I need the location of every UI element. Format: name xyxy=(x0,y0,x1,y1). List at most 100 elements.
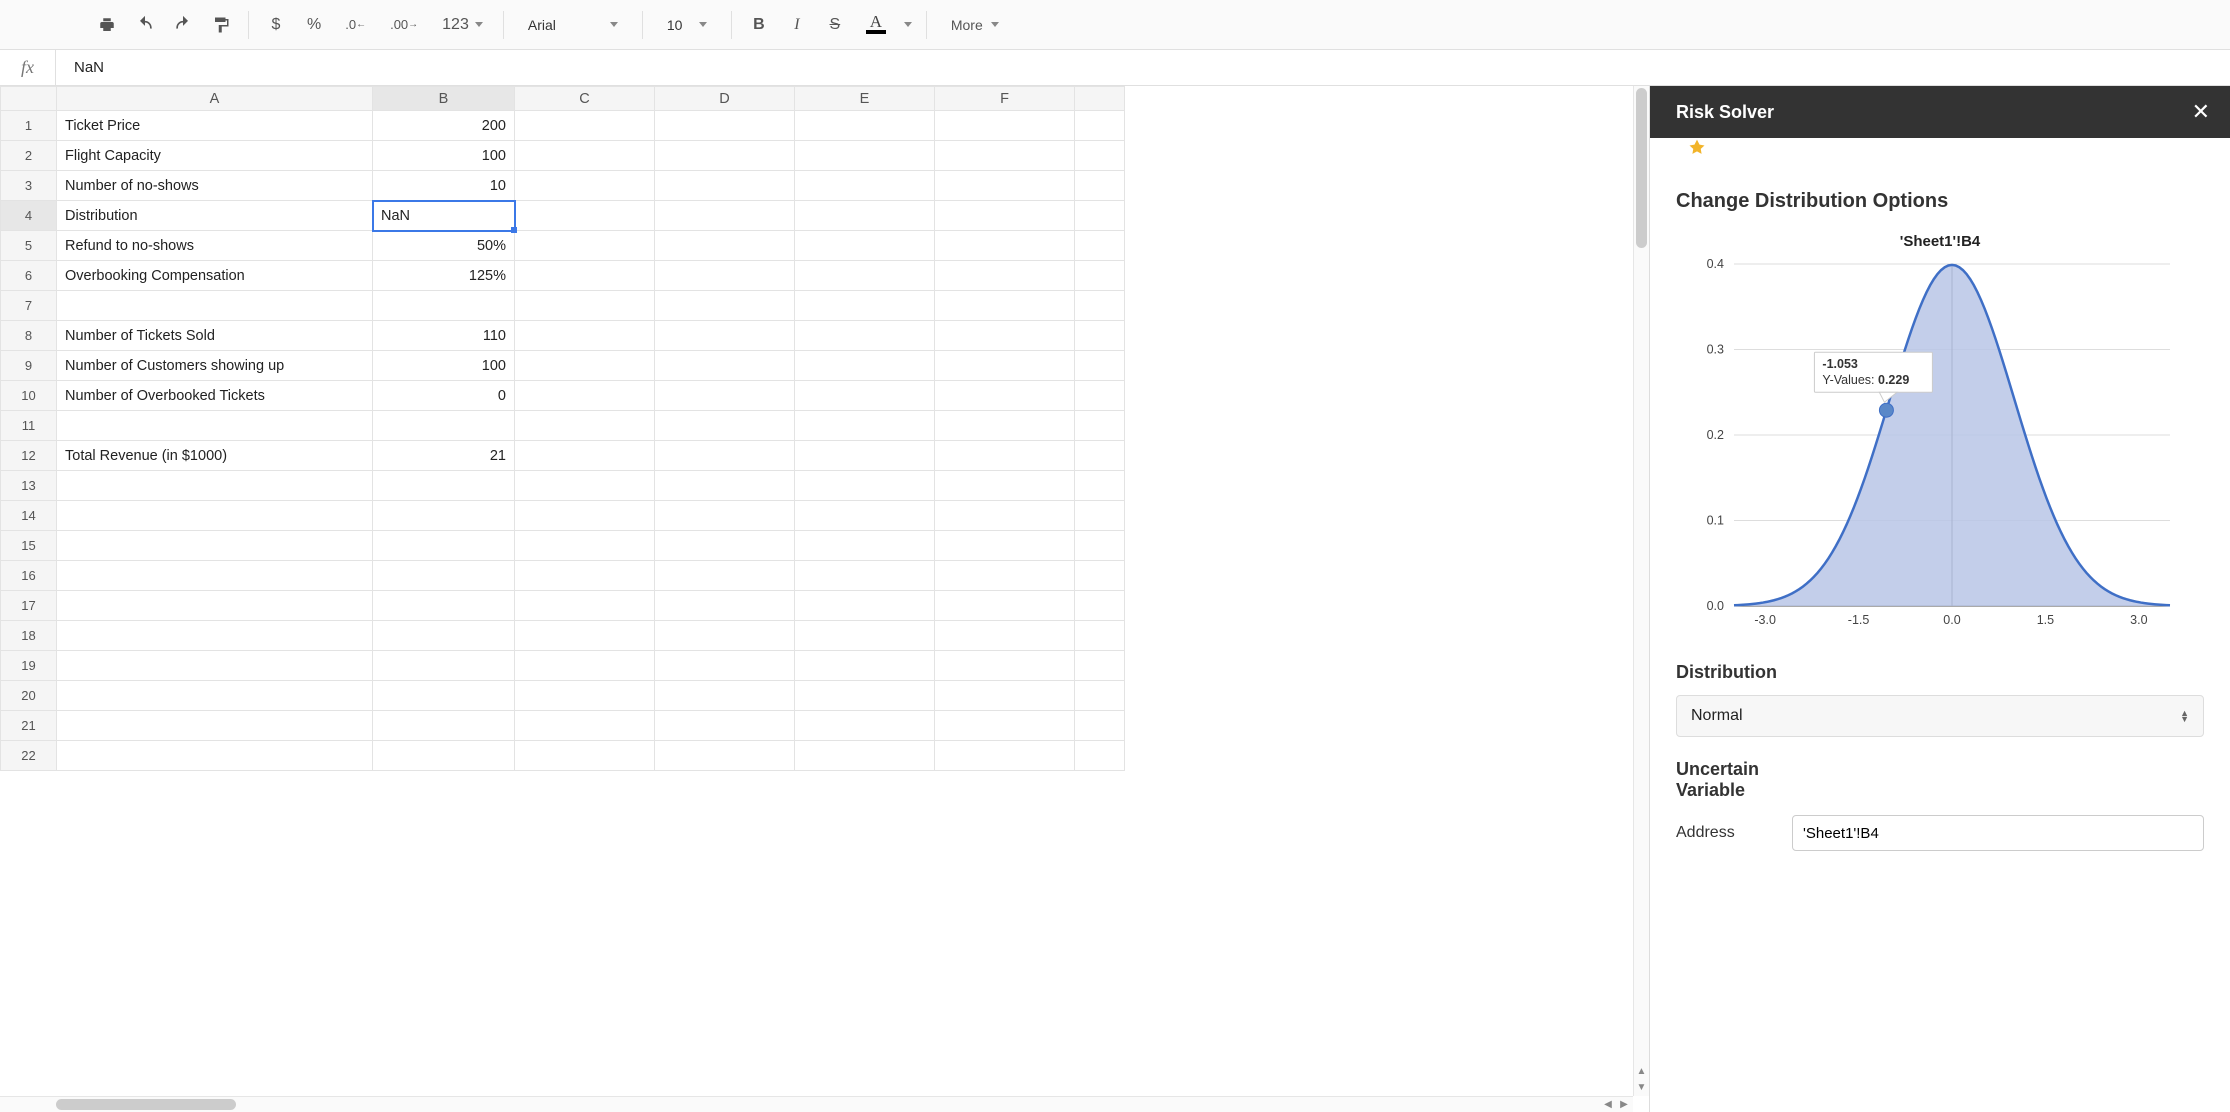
cell-A22[interactable] xyxy=(57,741,373,771)
select-all-corner[interactable] xyxy=(1,87,57,111)
strikethrough-button[interactable]: S xyxy=(822,11,848,39)
cell-B14[interactable] xyxy=(373,501,515,531)
cell-E11[interactable] xyxy=(795,411,935,441)
cell-F15[interactable] xyxy=(935,531,1075,561)
cell-F5[interactable] xyxy=(935,231,1075,261)
number-format-button[interactable]: 123 xyxy=(436,11,489,39)
cell-D1[interactable] xyxy=(655,111,795,141)
cell-A11[interactable] xyxy=(57,411,373,441)
cell-B5[interactable]: 50% xyxy=(373,231,515,261)
cell-D18[interactable] xyxy=(655,621,795,651)
column-header-F[interactable]: F xyxy=(935,87,1075,111)
cell-C4[interactable] xyxy=(515,201,655,231)
row-header-13[interactable]: 13 xyxy=(1,471,57,501)
cell-E4[interactable] xyxy=(795,201,935,231)
horizontal-scrollbar[interactable]: ◀ ▶ xyxy=(0,1096,1633,1112)
cell-A9[interactable]: Number of Customers showing up xyxy=(57,351,373,381)
cell-D13[interactable] xyxy=(655,471,795,501)
cell-A14[interactable] xyxy=(57,501,373,531)
cell-D8[interactable] xyxy=(655,321,795,351)
cell-C12[interactable] xyxy=(515,441,655,471)
format-percent-button[interactable]: % xyxy=(301,11,327,39)
scroll-left-icon[interactable]: ◀ xyxy=(1601,1097,1615,1112)
cell-E14[interactable] xyxy=(795,501,935,531)
cell-E8[interactable] xyxy=(795,321,935,351)
row-header-7[interactable]: 7 xyxy=(1,291,57,321)
cell-E15[interactable] xyxy=(795,531,935,561)
row-header-3[interactable]: 3 xyxy=(1,171,57,201)
distribution-chart[interactable]: 'Sheet1'!B4 0.00.10.20.30.4-3.0-1.50.01.… xyxy=(1676,229,2204,640)
cell-B11[interactable] xyxy=(373,411,515,441)
cell-C2[interactable] xyxy=(515,141,655,171)
cell-D20[interactable] xyxy=(655,681,795,711)
scroll-up-icon[interactable]: ▲ xyxy=(1634,1064,1649,1078)
cell-C17[interactable] xyxy=(515,591,655,621)
cell-A4[interactable]: Distribution xyxy=(57,201,373,231)
cell-C16[interactable] xyxy=(515,561,655,591)
cell-B17[interactable] xyxy=(373,591,515,621)
column-header-E[interactable]: E xyxy=(795,87,935,111)
cell-F2[interactable] xyxy=(935,141,1075,171)
cell-D14[interactable] xyxy=(655,501,795,531)
cell-C14[interactable] xyxy=(515,501,655,531)
cell-A17[interactable] xyxy=(57,591,373,621)
cell-D3[interactable] xyxy=(655,171,795,201)
cell-C10[interactable] xyxy=(515,381,655,411)
row-header-16[interactable]: 16 xyxy=(1,561,57,591)
cell-C9[interactable] xyxy=(515,351,655,381)
cell-D15[interactable] xyxy=(655,531,795,561)
cell-A15[interactable] xyxy=(57,531,373,561)
cell-E22[interactable] xyxy=(795,741,935,771)
cell-D5[interactable] xyxy=(655,231,795,261)
cell-A2[interactable]: Flight Capacity xyxy=(57,141,373,171)
cell-D6[interactable] xyxy=(655,261,795,291)
spreadsheet-grid[interactable]: ABCDEF 1Ticket Price2002Flight Capacity1… xyxy=(0,86,1125,771)
cell-E7[interactable] xyxy=(795,291,935,321)
row-header-17[interactable]: 17 xyxy=(1,591,57,621)
cell-A8[interactable]: Number of Tickets Sold xyxy=(57,321,373,351)
cell-F19[interactable] xyxy=(935,651,1075,681)
cell-F10[interactable] xyxy=(935,381,1075,411)
cell-D7[interactable] xyxy=(655,291,795,321)
cell-D22[interactable] xyxy=(655,741,795,771)
cell-F11[interactable] xyxy=(935,411,1075,441)
more-button[interactable]: More xyxy=(941,17,1009,33)
cell-B13[interactable] xyxy=(373,471,515,501)
paint-format-icon[interactable] xyxy=(208,11,234,39)
cell-B21[interactable] xyxy=(373,711,515,741)
bold-button[interactable]: B xyxy=(746,11,772,39)
cell-E9[interactable] xyxy=(795,351,935,381)
cell-C6[interactable] xyxy=(515,261,655,291)
cell-E17[interactable] xyxy=(795,591,935,621)
cell-F20[interactable] xyxy=(935,681,1075,711)
scroll-down-icon[interactable]: ▼ xyxy=(1634,1080,1649,1094)
cell-D2[interactable] xyxy=(655,141,795,171)
cell-A21[interactable] xyxy=(57,711,373,741)
font-size-select[interactable]: 10 xyxy=(657,11,717,39)
cell-F6[interactable] xyxy=(935,261,1075,291)
cell-F22[interactable] xyxy=(935,741,1075,771)
cell-C11[interactable] xyxy=(515,411,655,441)
distribution-select[interactable]: Normal ▲▼ xyxy=(1676,695,2204,737)
row-header-20[interactable]: 20 xyxy=(1,681,57,711)
cell-F12[interactable] xyxy=(935,441,1075,471)
cell-E6[interactable] xyxy=(795,261,935,291)
cell-D9[interactable] xyxy=(655,351,795,381)
row-header-21[interactable]: 21 xyxy=(1,711,57,741)
cell-E13[interactable] xyxy=(795,471,935,501)
scrollbar-thumb[interactable] xyxy=(56,1099,236,1110)
increase-decimal-button[interactable]: .00→ xyxy=(384,11,424,39)
cell-A16[interactable] xyxy=(57,561,373,591)
cell-B1[interactable]: 200 xyxy=(373,111,515,141)
cell-E21[interactable] xyxy=(795,711,935,741)
cell-D11[interactable] xyxy=(655,411,795,441)
cell-E5[interactable] xyxy=(795,231,935,261)
cell-A13[interactable] xyxy=(57,471,373,501)
cell-A7[interactable] xyxy=(57,291,373,321)
column-header-D[interactable]: D xyxy=(655,87,795,111)
cell-D19[interactable] xyxy=(655,651,795,681)
cell-A1[interactable]: Ticket Price xyxy=(57,111,373,141)
cell-B2[interactable]: 100 xyxy=(373,141,515,171)
row-header-6[interactable]: 6 xyxy=(1,261,57,291)
cell-E16[interactable] xyxy=(795,561,935,591)
